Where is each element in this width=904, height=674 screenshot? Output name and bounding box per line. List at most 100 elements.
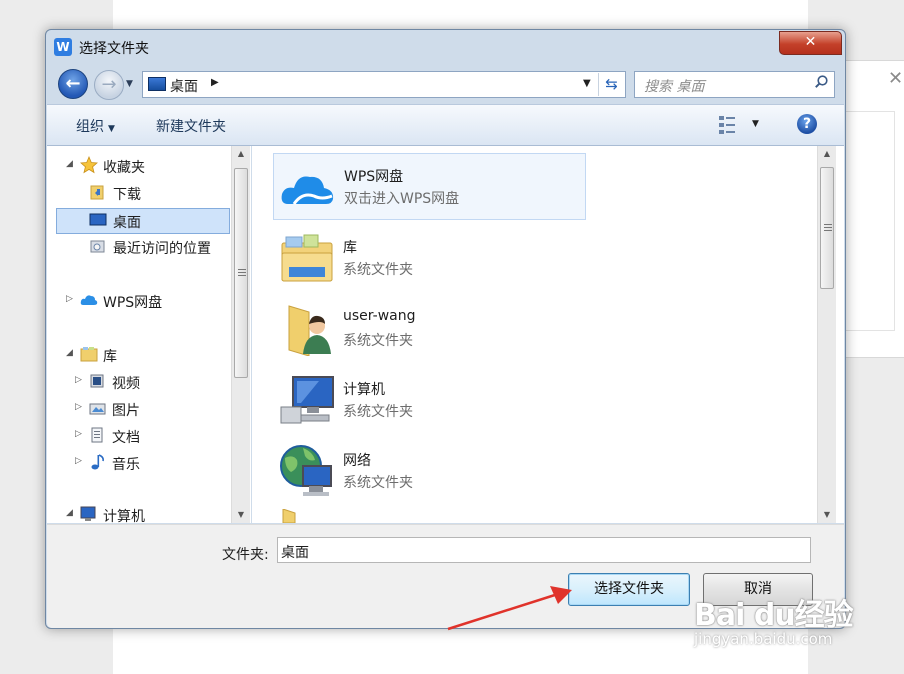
- collapse-icon[interactable]: ◢: [66, 348, 73, 358]
- folder-name-input[interactable]: 桌面: [277, 537, 811, 563]
- address-dropdown-icon[interactable]: ▼: [583, 78, 591, 89]
- desktop-icon: [89, 213, 107, 226]
- partial-folder-icon: [282, 509, 296, 523]
- user-folder-icon: [288, 305, 331, 356]
- window-title: 选择文件夹: [79, 41, 149, 57]
- scroll-up-icon[interactable]: ▲: [232, 146, 250, 162]
- tree-item-wps-drive[interactable]: ▷ WPS网盘: [66, 289, 226, 313]
- wps-app-icon: W: [54, 38, 72, 56]
- navigation-pane: ◢ 收藏夹 下载 桌面 最近访问的位置 ▷ WPS网盘 ◢ 库 ▷ 视频 ▷ 图…: [47, 146, 251, 523]
- breadcrumb-arrow-icon[interactable]: ▶: [211, 77, 219, 88]
- list-item-libraries[interactable]: 库 系统文件夹: [273, 225, 584, 290]
- scroll-down-icon[interactable]: ▼: [818, 507, 836, 523]
- expand-icon[interactable]: ▷: [75, 429, 82, 439]
- back-button[interactable]: ←: [58, 69, 88, 99]
- tree-item-computer[interactable]: ◢ 计算机: [66, 503, 226, 523]
- tree-label: 桌面: [113, 215, 141, 231]
- list-item-network[interactable]: 网络 系统文件夹: [273, 438, 584, 503]
- scroll-up-icon[interactable]: ▲: [818, 146, 836, 162]
- item-name: WPS网盘: [344, 169, 404, 185]
- address-bar[interactable]: 桌面 ▶ ▼ ⇆: [142, 71, 626, 98]
- annotation-arrow-icon: [447, 586, 572, 631]
- navigation-bar: ← → ▼ 桌面 ▶ ▼ ⇆ 搜索 桌面: [46, 66, 845, 102]
- collapse-icon[interactable]: ◢: [66, 159, 73, 169]
- background-close-icon[interactable]: ✕: [888, 70, 903, 88]
- navigation-scrollbar[interactable]: ▲ ▼: [231, 146, 250, 523]
- refresh-button[interactable]: ⇆: [598, 73, 624, 96]
- tree-item-pictures[interactable]: ▷ 图片: [75, 397, 235, 421]
- forward-button[interactable]: →: [94, 70, 124, 100]
- item-type: 双击进入WPS网盘: [344, 191, 460, 207]
- tree-item-downloads[interactable]: 下载: [79, 181, 239, 205]
- network-icon: [280, 445, 332, 496]
- list-item-user-folder[interactable]: user-wang 系统文件夹: [273, 296, 584, 361]
- wps-cloud-icon: [281, 176, 334, 205]
- wps-cloud-icon: [80, 295, 98, 305]
- search-input[interactable]: 搜索 桌面: [634, 71, 835, 98]
- expand-icon[interactable]: ▷: [66, 294, 73, 304]
- tree-item-music[interactable]: ▷ 音乐: [75, 451, 235, 475]
- background-panel-content: [846, 111, 895, 331]
- music-library-icon: [91, 454, 104, 470]
- background-panel: [845, 60, 904, 358]
- organize-button[interactable]: 组织 ▼: [76, 116, 115, 136]
- tree-item-libraries[interactable]: ◢ 库: [66, 343, 226, 367]
- scroll-thumb[interactable]: [234, 168, 248, 378]
- tree-label: 收藏夹: [103, 160, 145, 176]
- tree-item-recent[interactable]: 最近访问的位置: [79, 235, 251, 259]
- history-dropdown-icon[interactable]: ▼: [126, 79, 133, 89]
- item-type: 系统文件夹: [343, 475, 413, 491]
- item-type: 系统文件夹: [343, 404, 413, 420]
- tree-label: 图片: [112, 403, 140, 419]
- toolbar: 组织 ▼ 新建文件夹 ▼ ?: [47, 104, 844, 146]
- list-item-wps-drive[interactable]: WPS网盘 双击进入WPS网盘: [273, 153, 586, 220]
- list-item-computer[interactable]: 计算机 系统文件夹: [273, 367, 584, 432]
- tree-item-documents[interactable]: ▷ 文档: [75, 424, 235, 448]
- tree-label: 库: [103, 349, 117, 365]
- tree-item-favorites[interactable]: ◢ 收藏夹: [66, 154, 226, 178]
- library-folder-icon: [281, 234, 333, 282]
- select-folder-dialog: W 选择文件夹 ✕ ← → ▼ 桌面 ▶ ▼ ⇆ 搜索 桌面 组织 ▼ 新建文件夹: [45, 29, 846, 629]
- tree-item-desktop[interactable]: 桌面: [56, 208, 230, 234]
- collapse-icon[interactable]: ◢: [66, 508, 73, 518]
- organize-label: 组织: [76, 119, 104, 135]
- tree-label: 文档: [112, 430, 140, 446]
- content-scrollbar[interactable]: ▲ ▼: [817, 146, 836, 523]
- item-name: user-wang: [343, 308, 416, 324]
- desktop-icon: [148, 77, 166, 91]
- expand-icon[interactable]: ▷: [75, 456, 82, 466]
- item-name: 计算机: [343, 382, 385, 398]
- tree-label: 音乐: [112, 457, 140, 473]
- downloads-folder-icon: [90, 185, 104, 200]
- item-name: 网络: [343, 453, 371, 469]
- search-icon[interactable]: [815, 75, 828, 88]
- computer-icon: [280, 376, 334, 424]
- scroll-down-icon[interactable]: ▼: [232, 507, 250, 523]
- recent-places-icon: [90, 240, 105, 253]
- star-icon: [80, 156, 98, 174]
- tree-item-videos[interactable]: ▷ 视频: [75, 370, 235, 394]
- item-type: 系统文件夹: [343, 262, 413, 278]
- chevron-down-icon: ▼: [108, 124, 115, 134]
- select-folder-button[interactable]: 选择文件夹: [568, 573, 690, 606]
- documents-library-icon: [91, 427, 103, 443]
- expand-icon[interactable]: ▷: [75, 402, 82, 412]
- address-path[interactable]: 桌面: [170, 76, 198, 96]
- video-library-icon: [90, 374, 104, 388]
- content-pane: WPS网盘 双击进入WPS网盘 库 系统文件夹 user-wang 系统文件夹: [252, 146, 844, 523]
- library-folder-icon: [80, 347, 98, 362]
- watermark-url: jingyan.baidu.com: [694, 630, 833, 648]
- computer-icon: [80, 506, 96, 521]
- search-placeholder: 搜索 桌面: [644, 79, 705, 95]
- help-button[interactable]: ?: [797, 114, 817, 134]
- tree-label: WPS网盘: [103, 295, 163, 311]
- close-button[interactable]: ✕: [779, 31, 842, 55]
- pictures-library-icon: [89, 403, 106, 415]
- item-type: 系统文件夹: [343, 333, 413, 349]
- view-dropdown-icon[interactable]: ▼: [752, 119, 759, 129]
- baidu-jingyan-watermark: Bai du经验: [694, 598, 854, 633]
- scroll-thumb[interactable]: [820, 167, 834, 289]
- title-bar: W 选择文件夹 ✕: [46, 30, 845, 64]
- expand-icon[interactable]: ▷: [75, 375, 82, 385]
- new-folder-button[interactable]: 新建文件夹: [156, 116, 226, 136]
